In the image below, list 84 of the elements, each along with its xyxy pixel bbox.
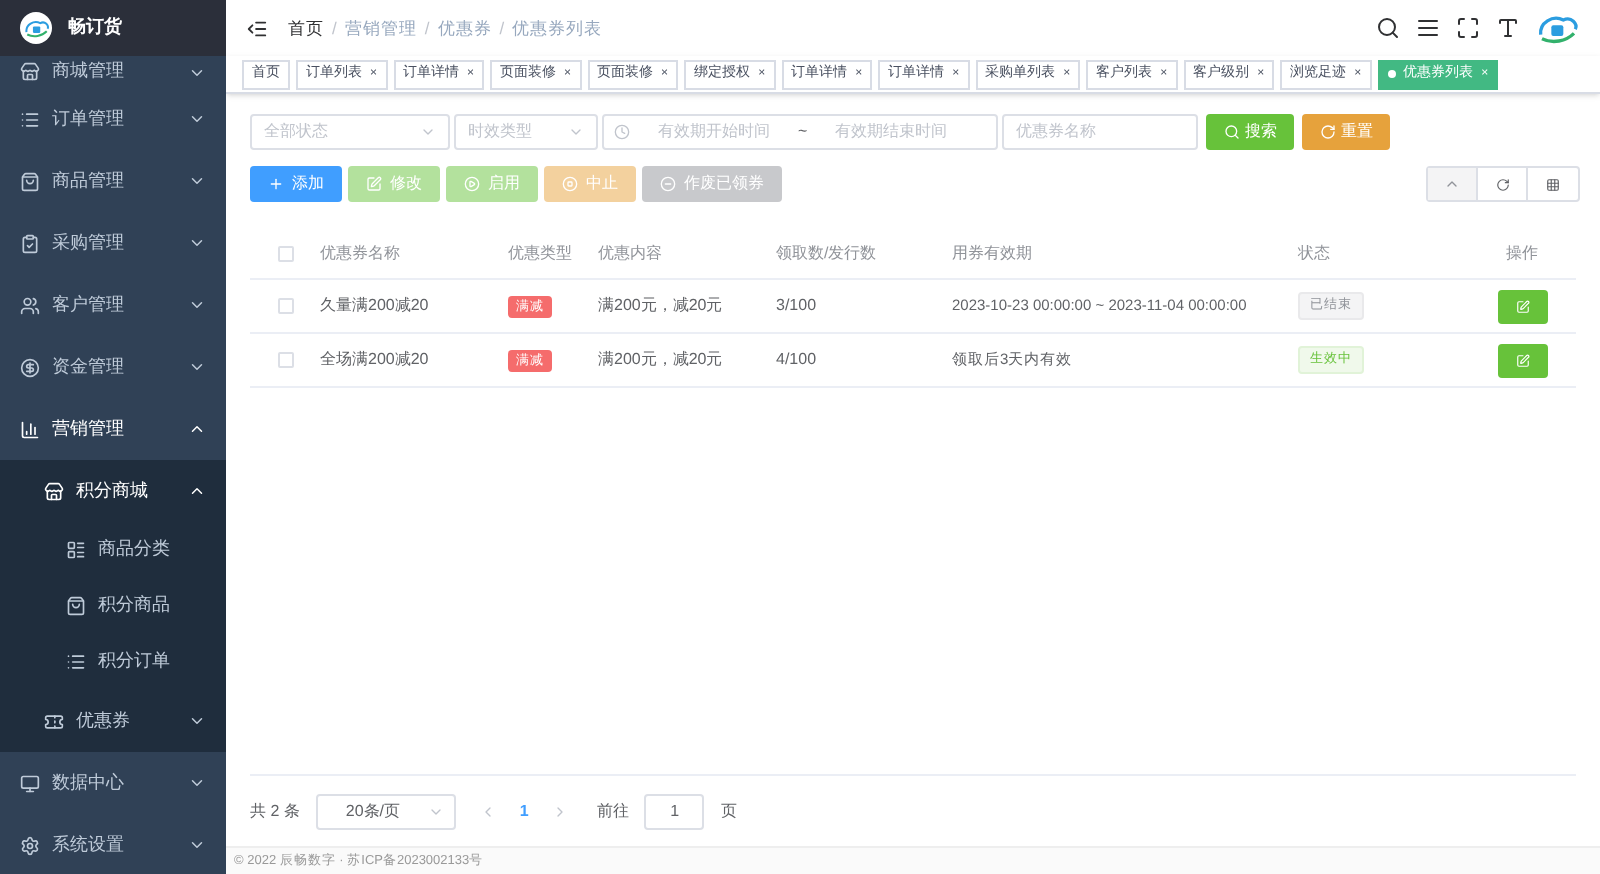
refresh-icon [1495,177,1509,191]
column-header: 状态 [1298,244,1330,262]
users-icon [20,295,40,315]
breadcrumb-separator: / [424,15,430,41]
clock-icon [614,124,630,140]
list-icon[interactable] [1416,16,1440,40]
edit-icon [1515,353,1529,367]
plus-icon [268,176,284,192]
refresh-icon [1319,124,1335,140]
page-unit: 页 [720,799,737,823]
column-header: 用券有效期 [952,244,1032,262]
page-input[interactable]: 1 [644,793,705,829]
checkbox[interactable] [277,298,293,314]
search-icon [1223,124,1239,140]
column-header: 优惠券名称 [320,244,400,262]
list-icon [66,652,86,672]
breadcrumb-separator: / [332,15,337,41]
monitor-icon [20,773,40,793]
table-cell: 3/100 [776,296,817,314]
edit-icon [1515,299,1529,313]
menu-item[interactable]: 积分商城 [0,460,226,522]
brand-name: 畅订货 [68,14,122,41]
chevron-icon [188,774,206,792]
chart-icon [20,419,40,439]
store-icon [44,481,64,501]
list-icon [20,109,40,129]
edit-button[interactable] [1497,289,1547,323]
menu-item[interactable]: 积分订单 [0,634,226,690]
menu-item[interactable]: 商品分类 [0,522,226,578]
menu-toggle-icon[interactable] [246,17,268,39]
fullscreen-icon[interactable] [1456,16,1480,40]
collapse-button[interactable] [1428,168,1478,200]
goto-label: 前往 [596,799,629,823]
store-icon [20,62,40,82]
menu-item[interactable]: 积分商品 [0,578,226,634]
table-cell: 全场满200减20 [320,350,429,368]
column-header: 操作 [1506,244,1538,262]
chevron-icon [188,110,206,128]
checkbox[interactable] [277,246,293,262]
chevron-icon [188,172,206,190]
chevron-up-icon [1444,176,1460,192]
page-size-select[interactable]: 20条/页 [315,793,456,829]
chevron-icon [420,124,436,140]
date-range-field[interactable]: 有效期开始时间 ~ 有效期结束时间 [602,114,998,150]
breadcrumb-item: 营销管理 [344,15,417,41]
chevron-icon [188,712,206,730]
breadcrumb-separator: / [499,15,505,41]
table-cell: 满200元，减20元 [598,296,723,314]
chevron-icon [188,482,206,500]
settings-icon [20,835,40,855]
coin-icon [20,357,40,377]
logo-icon [23,18,49,38]
chevron-icon [188,836,206,854]
edit-icon [366,176,382,192]
table-cell: 满200元，减20元 [598,350,723,368]
clipboard-icon [20,233,40,253]
chevron-icon [568,124,584,140]
logo-icon [1536,12,1580,44]
breadcrumb-item: 优惠券列表 [512,15,603,41]
bag-icon [20,171,40,191]
grid-icon [1546,177,1560,191]
chevron-icon [188,234,206,252]
font-size-icon[interactable] [1496,16,1520,40]
menu-item[interactable]: 优惠券 [0,690,226,752]
column-header: 优惠类型 [508,244,572,262]
chevron-icon [188,420,206,438]
ticket-icon [44,711,64,731]
bag-icon [66,596,86,616]
breadcrumb-item: 优惠券 [437,15,492,41]
chevron-icon [188,358,206,376]
category-icon [66,540,86,560]
breadcrumb-item[interactable]: 首页 [288,15,324,41]
column-header: 优惠内容 [598,244,662,262]
column-header: 领取数/发行数 [776,244,877,262]
table-cell: 久量满200减20 [320,296,429,314]
table-cell: 4/100 [776,350,817,368]
chevron-icon [188,296,206,314]
edit-button[interactable] [1497,343,1547,377]
total-count: 共 2 条 [250,799,300,823]
minus-icon [660,176,676,192]
stop-icon [562,176,578,192]
play-icon [464,176,480,192]
checkbox[interactable] [277,352,293,368]
search-icon[interactable] [1376,16,1400,40]
